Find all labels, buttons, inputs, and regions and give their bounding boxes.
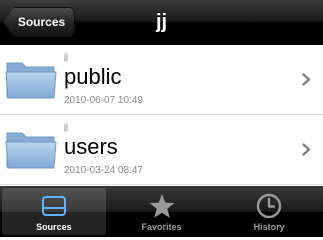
tab-sources[interactable]: Sources — [0, 186, 108, 237]
row-owner: jj — [64, 121, 68, 131]
row-name: public — [64, 64, 122, 89]
list-item-public[interactable]: jj public 2010-06-07 10:49 — [0, 45, 323, 115]
navigation-bar: Sources jj — [0, 0, 323, 45]
folder-list: jj public 2010-06-07 10:49 jj users 2010… — [0, 45, 323, 185]
row-owner: jj — [64, 51, 68, 61]
tab-label: History — [253, 222, 285, 232]
clock-icon — [256, 193, 282, 219]
chevron-right-icon — [302, 143, 311, 156]
tab-history[interactable]: History — [215, 186, 323, 237]
tab-favorites[interactable]: Favorites — [108, 186, 216, 237]
star-icon — [149, 194, 174, 218]
tab-label: Sources — [36, 222, 72, 232]
folder-icon — [5, 132, 57, 169]
tab-label: Favorites — [141, 222, 182, 232]
chevron-right-icon — [302, 73, 311, 86]
back-button[interactable]: Sources — [3, 7, 75, 37]
list-item-users[interactable]: jj users 2010-03-24 08:47 — [0, 115, 323, 185]
row-date: 2010-03-24 08:47 — [64, 165, 143, 176]
tab-bar: Sources Favorites History — [0, 186, 323, 237]
row-name: users — [64, 134, 118, 159]
page-title: jj — [155, 10, 168, 33]
row-date: 2010-06-07 10:49 — [64, 95, 143, 106]
drive-icon — [41, 196, 66, 216]
folder-icon — [5, 62, 57, 99]
